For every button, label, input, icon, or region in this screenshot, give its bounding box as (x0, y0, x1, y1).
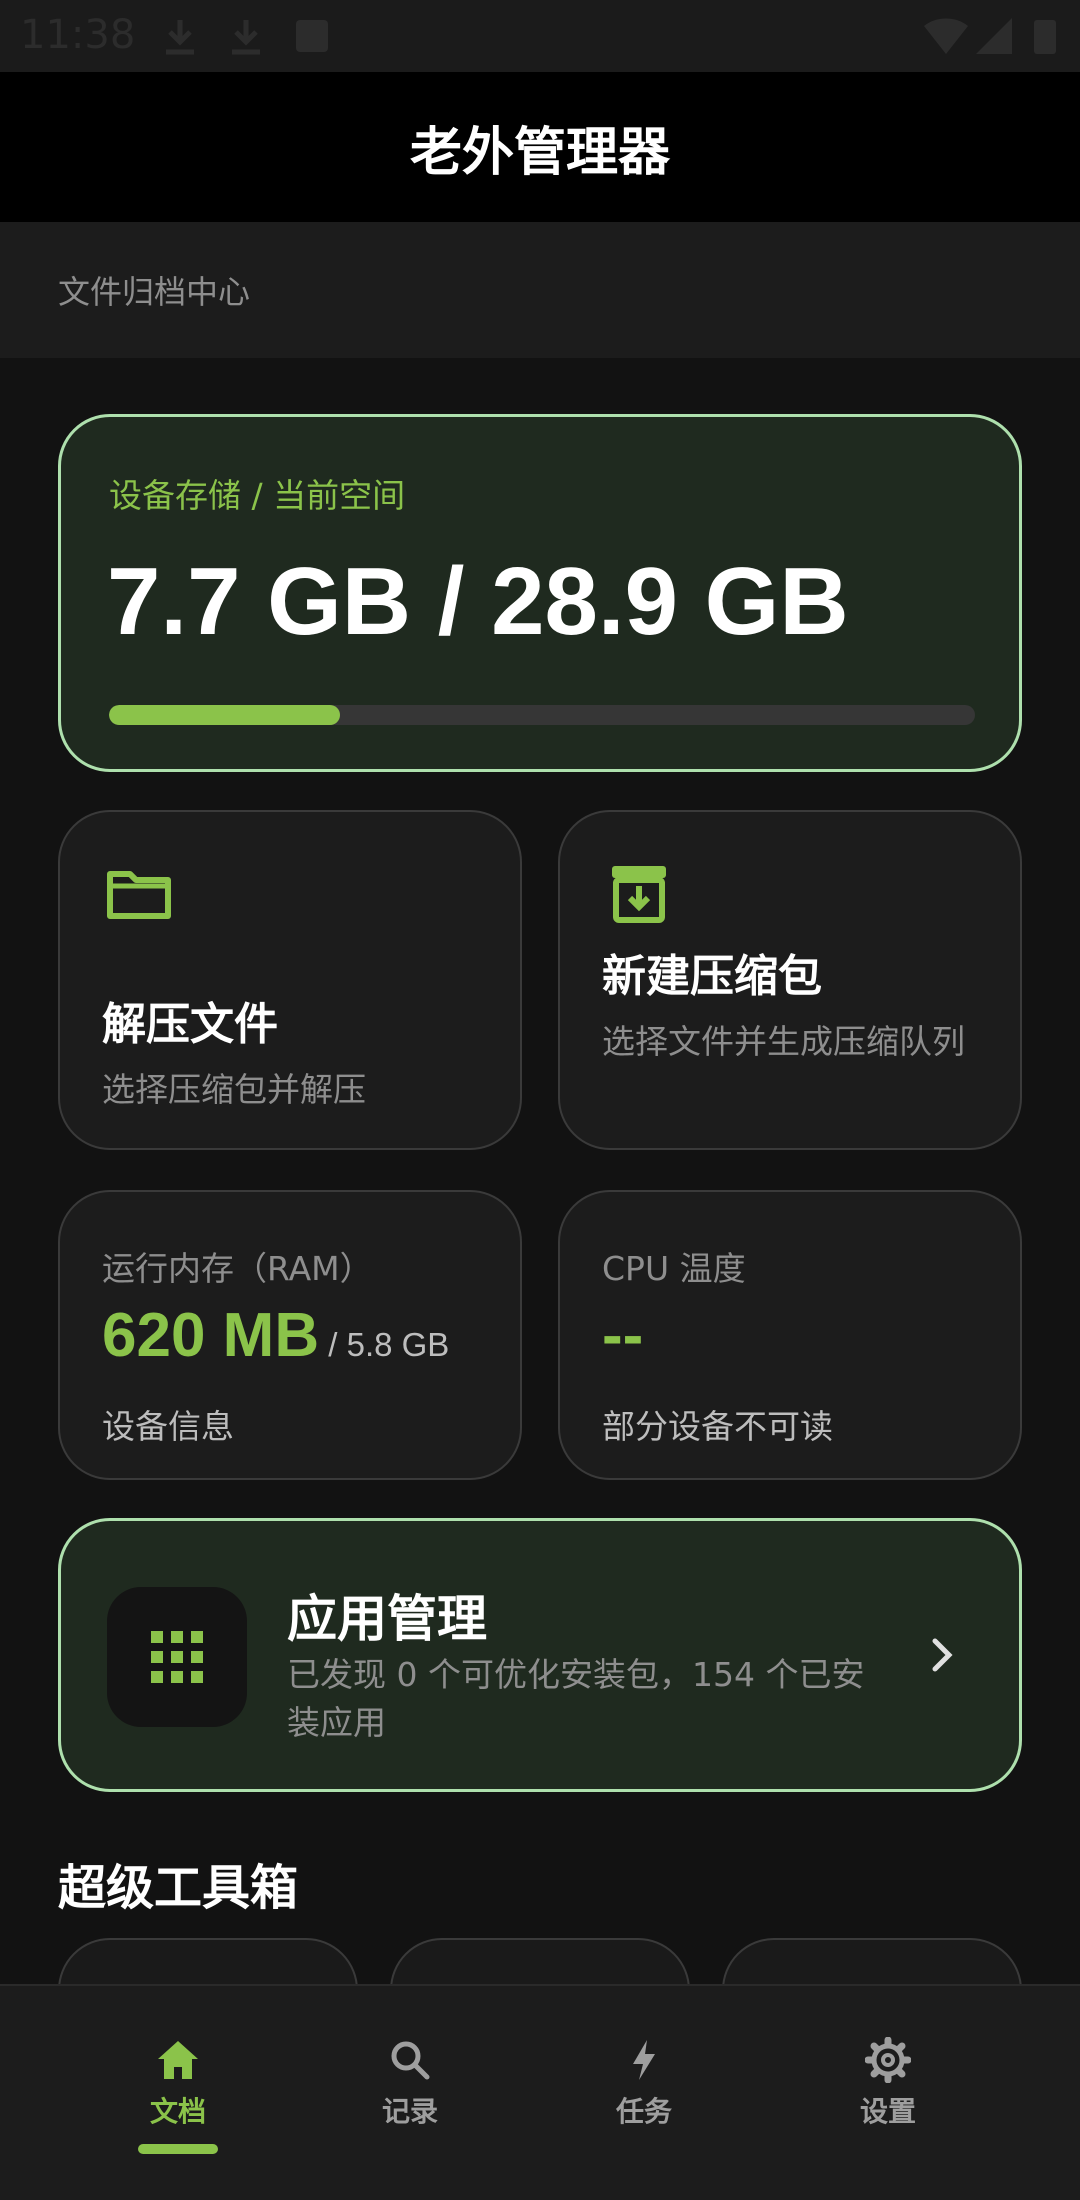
wifi-icon (924, 18, 968, 54)
subheader: 文件归档中心 (0, 222, 1080, 358)
archive-download-icon (612, 866, 666, 923)
storage-card[interactable]: 设备存储 / 当前空间 7.7 GB / 28.9 GB (58, 414, 1022, 772)
nav-item-settings[interactable]: 设置 (788, 1986, 988, 2200)
bolt-icon (633, 2040, 655, 2080)
home-icon (158, 2041, 198, 2079)
folder-icon (107, 871, 171, 919)
storage-progress-fill (109, 705, 341, 725)
gear-icon (865, 2037, 911, 2083)
status-bar: 11:38 (0, 0, 1080, 72)
toolbox-section-title: 超级工具箱 (58, 1860, 299, 1916)
screen: 11:38 老外管理器 文件归档中心 设备存储 / 当前空间 7.7 GB / … (0, 0, 1080, 2200)
extract-files-title: 解压文件 (102, 999, 278, 1050)
search-icon (391, 2041, 430, 2080)
app-manage-title: 应用管理 (287, 1590, 487, 1648)
nav-label: 设置 (859, 2095, 916, 2128)
ram-value-row: 620 MB / 5.8 GB (102, 1300, 449, 1371)
app-title: 老外管理器 (409, 122, 670, 183)
nav-label: 文档 (149, 2095, 206, 2128)
app-manage-card[interactable]: 应用管理 已发现 0 个可优化安装包，154 个已安装应用 (58, 1518, 1022, 1792)
download-icon (166, 20, 194, 55)
cpu-temp-label: CPU 温度 (602, 1249, 746, 1288)
storage-value: 7.7 GB / 28.9 GB (107, 548, 849, 655)
ram-card[interactable]: 运行内存（RAM） 620 MB / 5.8 GB 设备信息 (58, 1190, 522, 1480)
cpu-temp-card[interactable]: CPU 温度 -- 部分设备不可读 (558, 1190, 1022, 1480)
new-archive-desc: 选择文件并生成压缩队列 (602, 1022, 965, 1061)
new-archive-card[interactable]: 新建压缩包 选择文件并生成压缩队列 (558, 810, 1022, 1150)
battery-icon (1034, 20, 1056, 54)
bottom-nav: 文档 记录 任务 设置 (0, 1984, 1080, 2200)
storage-label: 设备存储 / 当前空间 (109, 476, 406, 515)
ram-label: 运行内存（RAM） (102, 1249, 373, 1288)
extract-files-card[interactable]: 解压文件 选择压缩包并解压 (58, 810, 522, 1150)
ram-footer: 设备信息 (102, 1407, 234, 1446)
nav-item-records[interactable]: 记录 (310, 1986, 510, 2200)
app-manage-desc: 已发现 0 个可优化安装包，154 个已安装应用 (287, 1655, 865, 1742)
download-icon (232, 20, 260, 55)
signal-icon (976, 18, 1012, 54)
apps-grid-icon (151, 1631, 203, 1683)
app-bar: 老外管理器 (0, 72, 1080, 222)
extract-files-desc: 选择压缩包并解压 (102, 1070, 366, 1109)
cpu-temp-value: -- (602, 1301, 644, 1370)
nav-item-documents[interactable]: 文档 (78, 1986, 278, 2200)
nav-active-indicator (138, 2144, 218, 2154)
nav-label: 任务 (615, 2095, 672, 2128)
nav-item-tasks[interactable]: 任务 (544, 1986, 744, 2200)
ram-total: / 5.8 GB (319, 1326, 450, 1363)
app-manage-icon-box (107, 1587, 247, 1727)
nav-label: 记录 (381, 2095, 438, 2128)
chevron-right-icon (932, 1638, 953, 1672)
new-archive-title: 新建压缩包 (602, 951, 822, 1002)
status-time: 11:38 (20, 12, 136, 58)
storage-progress-bar (109, 705, 975, 725)
subheader-text: 文件归档中心 (58, 273, 251, 311)
font-icon (296, 20, 328, 52)
cpu-temp-footer: 部分设备不可读 (602, 1407, 833, 1446)
ram-value: 620 MB (102, 1301, 320, 1370)
